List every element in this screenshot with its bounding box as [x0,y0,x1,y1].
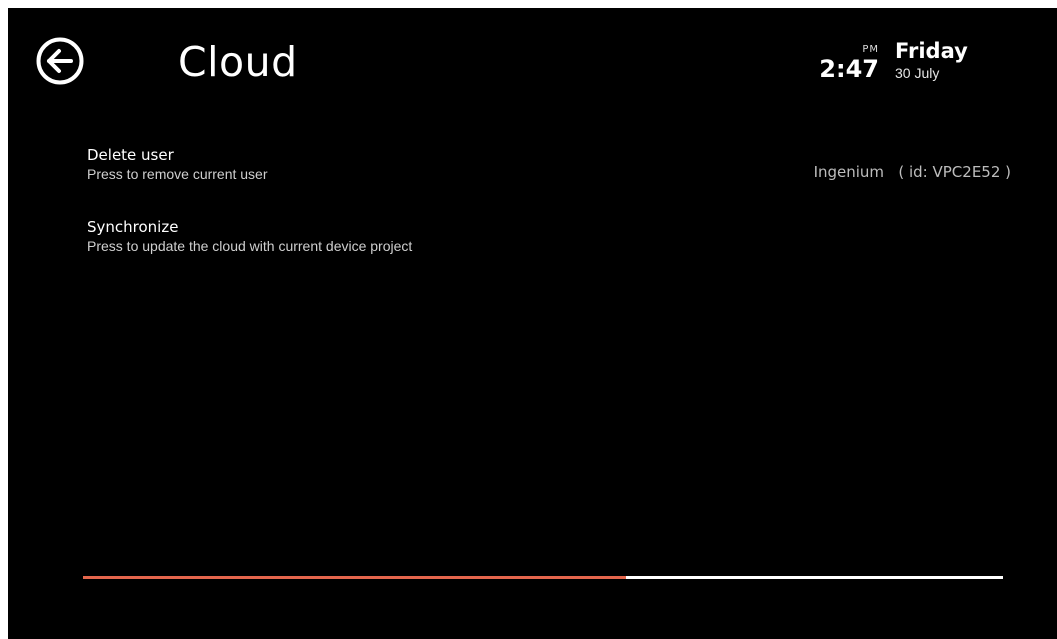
page-title: Cloud [178,38,298,86]
progress-bar-fill [83,576,626,579]
clock: PM 2:47 [819,44,879,82]
synchronize-subtitle: Press to update the cloud with current d… [87,238,413,254]
account-name: Ingenium [813,163,885,181]
back-button[interactable] [36,37,84,85]
delete-user-subtitle: Press to remove current user [87,166,268,182]
clock-time: 2:47 [819,55,879,83]
delete-user-button[interactable]: Delete user Press to remove current user [87,146,268,183]
account-info: Ingenium ( id: VPC2E52 ) [814,162,1011,182]
synchronize-button[interactable]: Synchronize Press to update the cloud wi… [87,218,412,255]
account-id: ( id: VPC2E52 ) [898,163,1011,181]
progress-bar [83,576,1003,579]
date: Friday 30 July [895,38,968,82]
delete-user-title: Delete user [87,146,174,164]
arrow-left-circle-icon [36,37,84,85]
date-day-month: 30 July [895,65,940,81]
screen: Cloud PM 2:47 Friday 30 July Delete user… [8,8,1057,639]
date-weekday: Friday [895,39,968,63]
synchronize-title: Synchronize [87,218,179,236]
